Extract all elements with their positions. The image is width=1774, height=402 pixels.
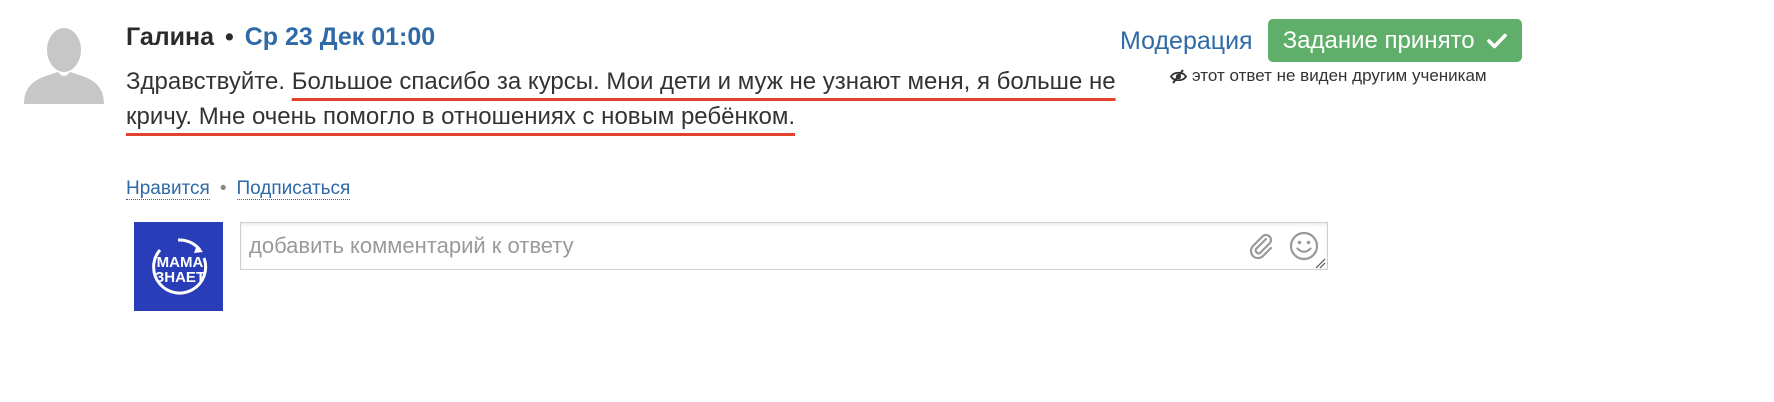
user-silhouette-icon bbox=[24, 28, 104, 104]
moderation-link[interactable]: Модерация bbox=[1120, 24, 1253, 58]
header-separator: • bbox=[224, 23, 234, 51]
comment-text-plain: Здравствуйте. bbox=[126, 68, 292, 95]
eye-slash-icon bbox=[1170, 68, 1187, 84]
task-accepted-label: Задание принято bbox=[1282, 27, 1475, 54]
subscribe-link[interactable]: Подписаться bbox=[236, 178, 351, 200]
comment-header: Галина • Ср 23 Дек 01:00 bbox=[126, 20, 435, 54]
resize-handle-icon[interactable] bbox=[1314, 256, 1326, 269]
comment-body: Здравствуйте. Большое спасибо за курсы. … bbox=[126, 64, 1136, 134]
like-link[interactable]: Нравится bbox=[126, 178, 210, 200]
comment-actions: Нравится • Подписаться bbox=[126, 176, 351, 202]
task-accepted-button[interactable]: Задание принято bbox=[1268, 19, 1522, 62]
comment-card: Галина • Ср 23 Дек 01:00 Модерация Задан… bbox=[0, 0, 1774, 402]
svg-text:ЗНАЕТ: ЗНАЕТ bbox=[155, 269, 205, 286]
comment-date[interactable]: Ср 23 Дек 01:00 bbox=[245, 23, 435, 51]
check-icon bbox=[1481, 27, 1508, 54]
comment-input-box bbox=[240, 222, 1328, 270]
comment-input[interactable] bbox=[249, 223, 1229, 269]
actions-separator: • bbox=[219, 178, 227, 199]
hidden-answer-note: этот ответ не виден другим ученикам bbox=[1170, 64, 1487, 88]
author-avatar[interactable] bbox=[22, 22, 106, 106]
author-name[interactable]: Галина bbox=[126, 23, 214, 51]
current-user-avatar: МАМА ЗНАЕТ bbox=[134, 222, 223, 311]
paperclip-icon[interactable] bbox=[1247, 232, 1275, 260]
mama-znaet-logo: МАМА ЗНАЕТ bbox=[152, 238, 208, 295]
hidden-note-text: этот ответ не виден другим ученикам bbox=[1192, 66, 1487, 85]
